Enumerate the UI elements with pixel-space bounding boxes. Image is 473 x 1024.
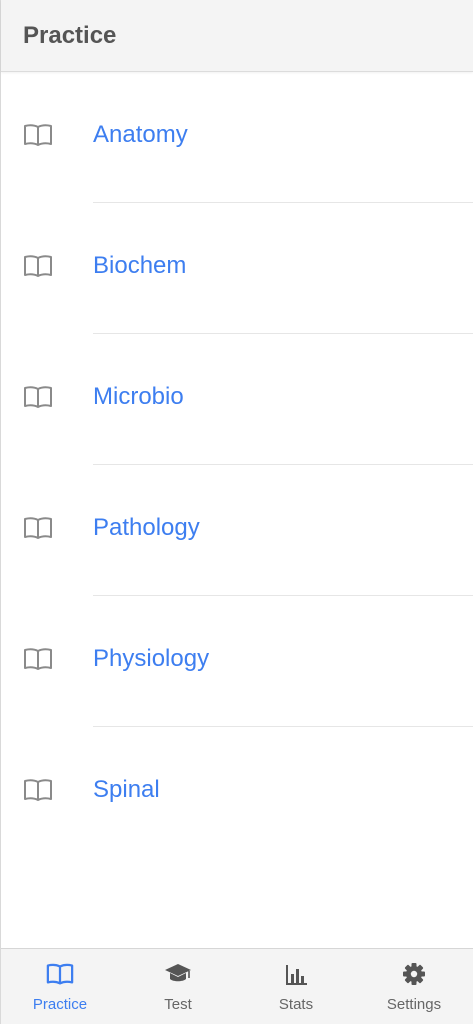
subject-list: Anatomy Biochem Microbio Pathology Physi… [1,72,473,858]
book-icon [24,386,52,408]
book-icon [24,255,52,277]
page-title: Practice [23,22,117,49]
tab-test[interactable]: Test [119,949,237,1024]
book-icon [24,779,52,801]
subject-item-anatomy[interactable]: Anatomy [1,72,473,203]
book-icon [24,648,52,670]
subject-item-biochem[interactable]: Biochem [1,203,473,334]
subject-label: Biochem [93,252,187,279]
tab-label: Stats [278,996,314,1013]
tab-practice[interactable]: Practice [1,949,119,1024]
tab-settings[interactable]: Settings [355,949,473,1024]
book-icon [46,963,74,985]
bar-chart-icon [286,965,307,985]
app-window: Practice Anatomy Biochem Microbio Pathol… [0,0,473,1024]
subject-label: Pathology [93,514,200,541]
gear-icon [403,963,425,985]
subject-item-physiology[interactable]: Physiology [1,596,473,727]
tab-stats[interactable]: Stats [237,949,355,1024]
subject-label: Physiology [93,645,210,672]
subject-item-microbio[interactable]: Microbio [1,334,473,465]
book-icon [24,124,52,146]
header-bar: Practice [1,0,473,72]
book-icon [24,517,52,539]
graduation-cap-icon [165,964,191,982]
tab-label: Practice [32,996,88,1013]
tab-label: Settings [386,996,442,1013]
subject-item-spinal[interactable]: Spinal [1,727,473,858]
bottom-tab-bar: Practice Test Stats Settings [1,948,473,1024]
subject-label: Spinal [93,776,160,803]
subject-label: Microbio [93,383,184,410]
tab-label: Test [164,996,192,1013]
subject-item-pathology[interactable]: Pathology [1,465,473,596]
subject-label: Anatomy [93,121,188,148]
